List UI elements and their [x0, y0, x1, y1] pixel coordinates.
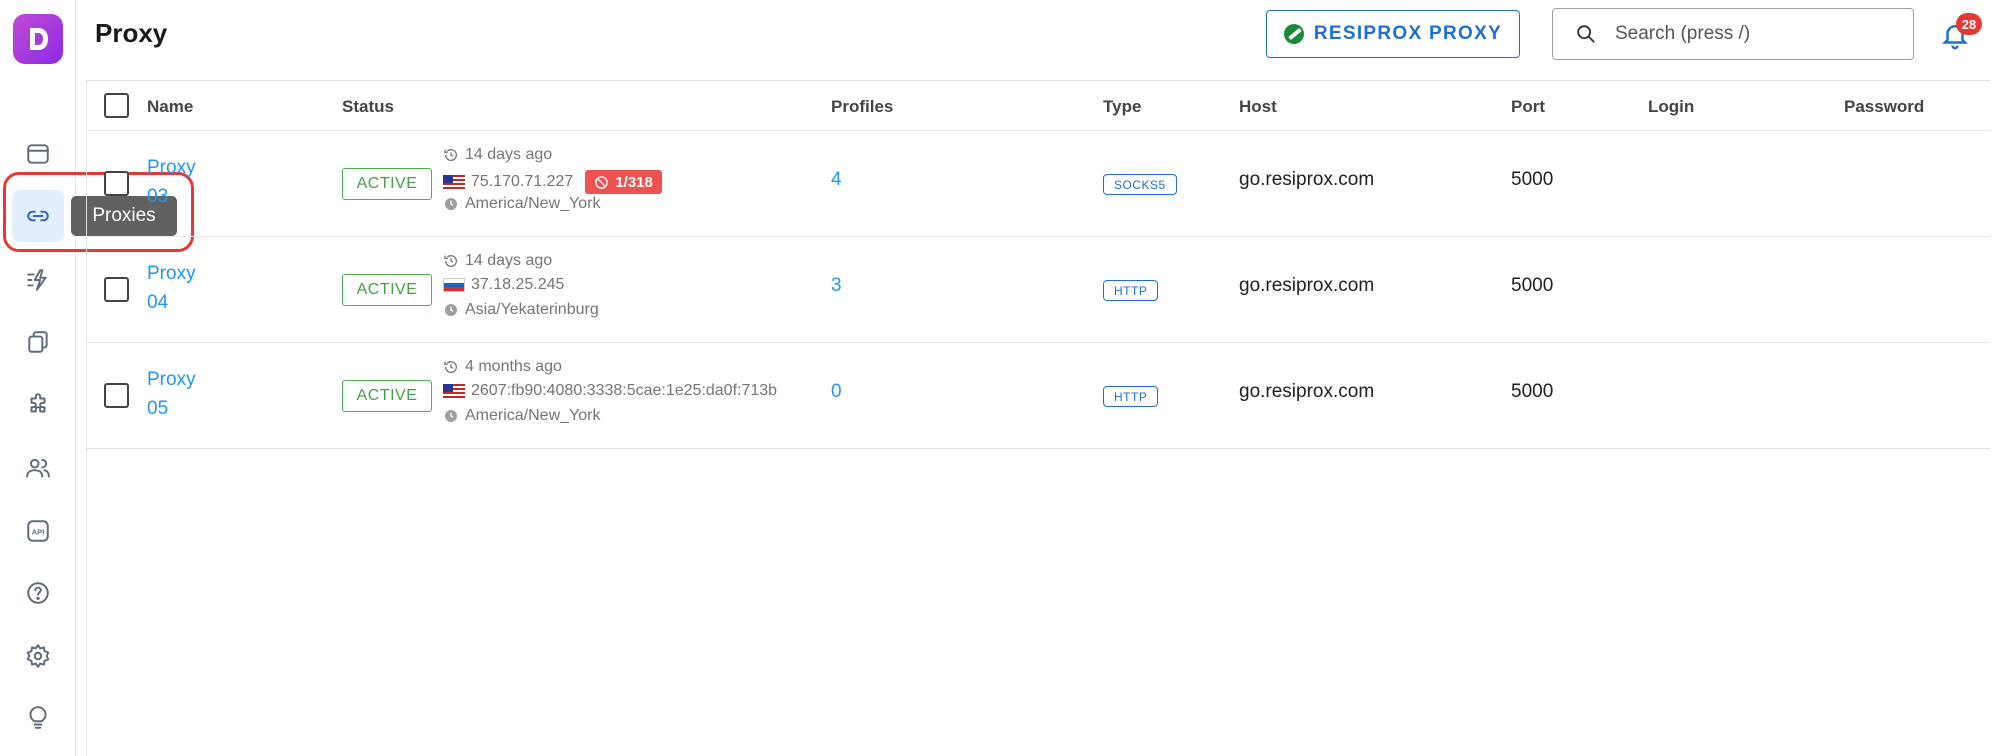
table-row[interactable]: Proxy 03 ACTIVE 14 days ago 75.170.71.22… — [87, 131, 1990, 237]
timezone-text: Asia/Yekaterinburg — [465, 301, 599, 318]
timezone-text: America/New_York — [465, 407, 601, 424]
type-chip: SOCKS5 — [1103, 174, 1177, 195]
row-checkbox[interactable] — [104, 383, 129, 408]
puzzle-icon — [30, 393, 46, 413]
row-checkbox[interactable] — [104, 277, 129, 302]
ip-address: 37.18.25.245 — [471, 276, 565, 293]
sidebar-item-api[interactable]: API — [12, 505, 64, 557]
proxy-name-link[interactable]: Proxy 05 — [147, 365, 217, 423]
status-badge: ACTIVE — [342, 168, 432, 200]
select-all-checkbox[interactable] — [104, 93, 129, 118]
last-check-text: 14 days ago — [465, 252, 553, 269]
type-chip: HTTP — [1103, 280, 1159, 301]
last-check-line: 14 days ago — [443, 252, 552, 270]
timezone-text: America/New_York — [465, 195, 601, 212]
history-icon — [444, 149, 457, 161]
status-badge: ACTIVE — [342, 380, 432, 412]
sidebar-item-help[interactable] — [12, 567, 64, 619]
column-header-type[interactable]: Type — [1103, 97, 1141, 117]
help-icon — [27, 582, 49, 604]
sidebar: API — [0, 0, 76, 756]
sidebar-item-clone[interactable] — [12, 316, 64, 368]
resiprox-logo-icon — [1283, 24, 1304, 44]
resiprox-proxy-button[interactable]: RESIPROX PROXY — [1266, 10, 1520, 58]
column-header-name[interactable]: Name — [147, 97, 193, 117]
last-check-line: 14 days ago — [443, 146, 552, 164]
column-header-login[interactable]: Login — [1648, 97, 1694, 117]
ip-line: 75.170.71.227 1/318 — [443, 170, 662, 194]
search-input[interactable] — [1615, 23, 1885, 45]
timezone-line: Asia/Yekaterinburg — [443, 301, 599, 319]
search-icon — [1577, 25, 1595, 43]
column-header-status[interactable]: Status — [342, 97, 394, 117]
last-check-line: 4 months ago — [443, 358, 562, 376]
history-icon — [444, 361, 457, 373]
clock-icon — [445, 410, 457, 422]
link-icon — [27, 210, 49, 222]
column-header-host[interactable]: Host — [1239, 97, 1277, 117]
us-flag-icon — [443, 175, 465, 189]
sidebar-item-profiles[interactable] — [12, 128, 64, 180]
port-value: 5000 — [1511, 381, 1554, 402]
sidebar-item-automation[interactable] — [12, 254, 64, 306]
logo-d-icon — [30, 28, 48, 50]
last-check-text: 14 days ago — [465, 146, 553, 163]
ip-line: 2607:fb90:4080:3338:5cae:1e25:da0f:713b — [443, 382, 777, 400]
sidebar-item-team[interactable] — [12, 442, 64, 494]
resiprox-proxy-label: RESIPROX PROXY — [1313, 23, 1503, 44]
port-value: 5000 — [1511, 275, 1554, 296]
status-badge: ACTIVE — [342, 274, 432, 306]
ban-icon — [595, 175, 609, 189]
proxy-name-link[interactable]: Proxy 03 — [147, 153, 217, 211]
table-row[interactable]: Proxy 05 ACTIVE 4 months ago 2607:fb90:4… — [87, 343, 1990, 449]
timezone-line: America/New_York — [443, 407, 600, 425]
last-check-text: 4 months ago — [465, 358, 562, 375]
port-value: 5000 — [1511, 169, 1554, 190]
search-box[interactable] — [1552, 8, 1914, 60]
lightbulb-icon — [29, 706, 47, 729]
blocked-badge: 1/318 — [585, 170, 662, 194]
blocked-count: 1/318 — [615, 173, 653, 191]
history-icon — [444, 255, 457, 267]
clock-icon — [445, 198, 457, 210]
host-value: go.resiprox.com — [1239, 275, 1375, 296]
gear-icon — [26, 644, 50, 668]
sidebar-item-extensions[interactable] — [12, 379, 64, 431]
timezone-line: America/New_York — [443, 195, 600, 213]
ip-line: 37.18.25.245 — [443, 276, 564, 294]
api-icon: API — [27, 520, 49, 542]
table-header: Name Status Profiles Type Host Port Logi… — [87, 81, 1990, 131]
profiles-count-link[interactable]: 4 — [831, 169, 842, 191]
ip-address: 2607:fb90:4080:3338:5cae:1e25:da0f:713b — [471, 382, 778, 399]
profiles-count-link[interactable]: 3 — [831, 275, 842, 297]
column-header-port[interactable]: Port — [1511, 97, 1545, 117]
host-value: go.resiprox.com — [1239, 169, 1375, 190]
row-checkbox[interactable] — [104, 171, 129, 196]
sidebar-item-settings[interactable] — [12, 630, 64, 682]
proxy-table: Name Status Profiles Type Host Port Logi… — [86, 80, 1990, 756]
app-logo[interactable] — [13, 14, 63, 64]
users-icon — [26, 458, 50, 478]
type-chip: HTTP — [1103, 386, 1159, 407]
host-value: go.resiprox.com — [1239, 381, 1375, 402]
profiles-count-link[interactable]: 0 — [831, 381, 842, 403]
column-header-profiles[interactable]: Profiles — [831, 97, 893, 117]
proxy-name-link[interactable]: Proxy 04 — [147, 259, 217, 317]
table-row[interactable]: Proxy 04 ACTIVE 14 days ago 37.18.25.245… — [87, 237, 1990, 343]
automation-icon — [27, 269, 47, 291]
us-flag-icon — [443, 384, 465, 398]
sidebar-item-tips[interactable] — [12, 692, 64, 744]
clock-icon — [445, 304, 457, 316]
browser-window-icon — [27, 144, 49, 164]
svg-text:API: API — [32, 527, 45, 536]
copy-pages-icon — [28, 331, 48, 353]
column-header-password[interactable]: Password — [1844, 97, 1924, 117]
notification-count-badge: 28 — [1956, 13, 1982, 35]
notifications-button[interactable]: 28 — [1940, 13, 1982, 52]
ru-flag-icon — [443, 278, 465, 292]
sidebar-item-proxies[interactable] — [12, 190, 64, 242]
page-title: Proxy — [95, 18, 168, 48]
ip-address: 75.170.71.227 — [471, 173, 574, 190]
